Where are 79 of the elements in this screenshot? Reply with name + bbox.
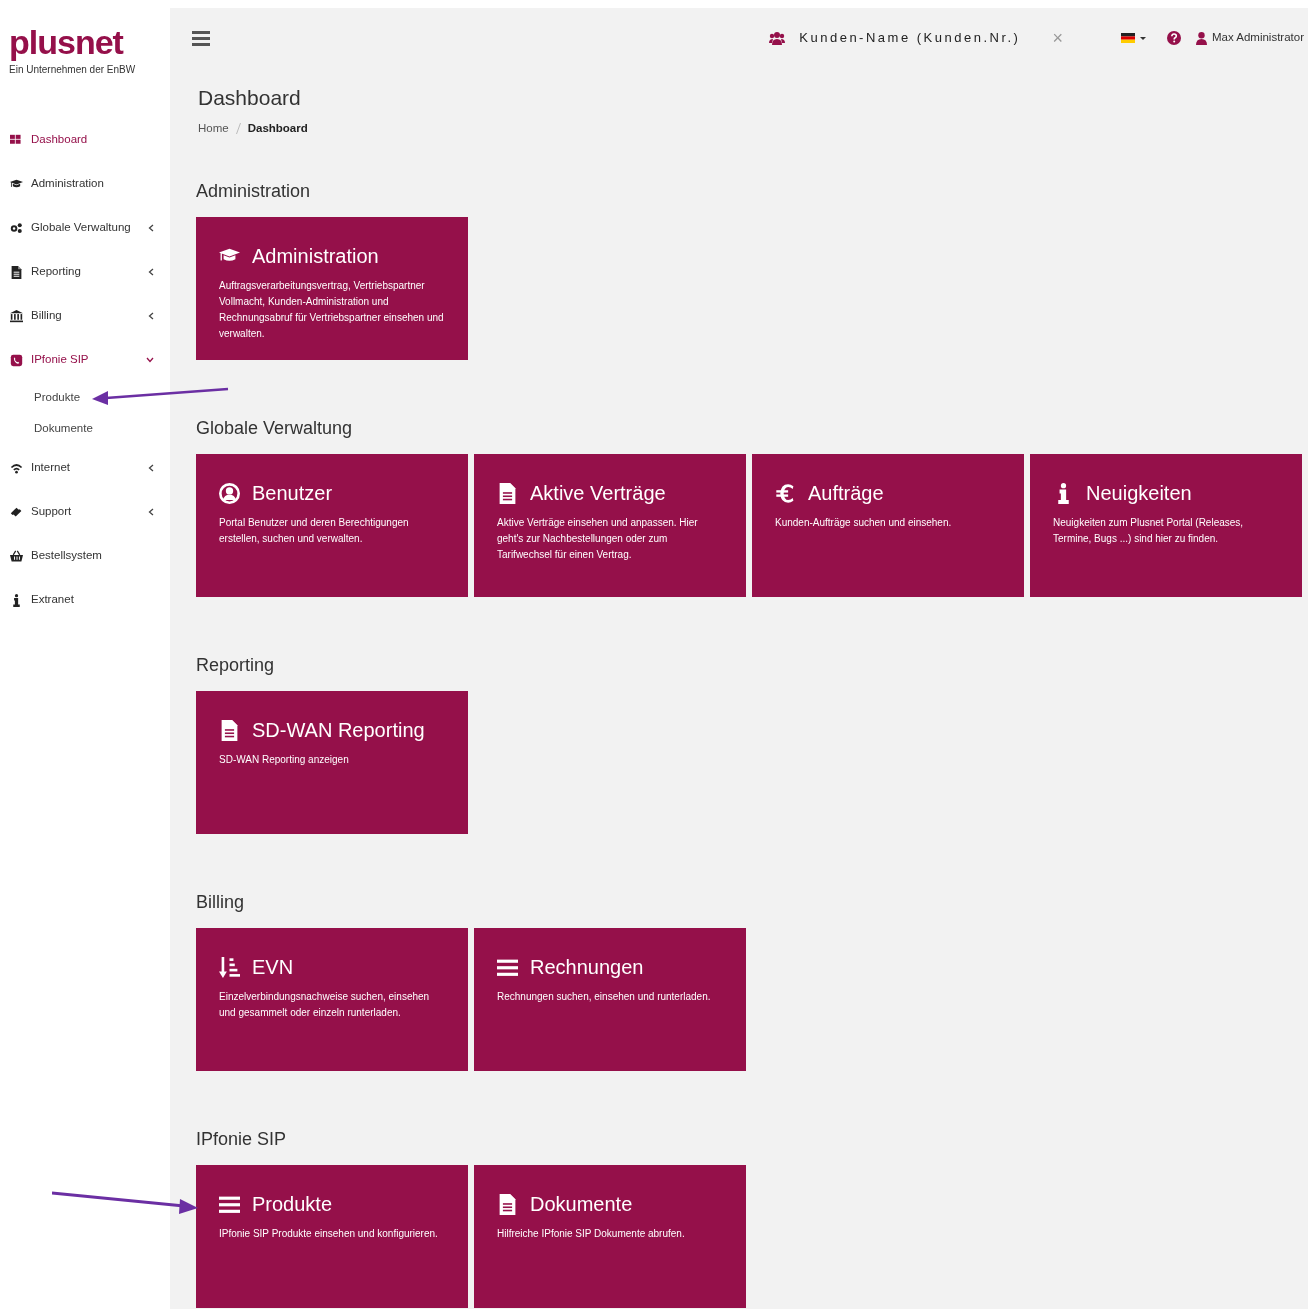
user-circle-icon [219,482,240,504]
brand-tagline: Ein Unternehmen der EnBW [9,63,136,77]
card-title: SD-WAN Reporting [252,718,425,744]
card-title: Produkte [252,1192,333,1218]
card-description: Hilfreiche IPfonie SIP Dokumente abrufen. [497,1227,686,1242]
ticket-icon [10,505,23,519]
card-title: EVN [252,955,294,981]
card-title: Aktive Verträge [530,481,666,507]
chevron-left-icon [148,508,154,516]
section-title: Reporting [196,654,275,678]
chevron-left-icon [148,312,154,320]
dashboard-card[interactable]: Produkte IPfonie SIP Produkte einsehen und konfigurieren. [196,1165,468,1309]
sidebar-item[interactable]: Support [0,490,170,534]
document-icon [219,719,240,741]
submenu-item[interactable]: Produkte [34,388,81,407]
card-description: Portal Benutzer und deren Berechtigungen erstellen, suchen und verwalten. [219,516,410,547]
section-title: Billing [196,891,245,915]
bank-icon [10,309,23,323]
chevron-left-icon [148,464,154,472]
dashboard-card[interactable]: Neuigkeiten Neuigkeiten zum Plusnet Portal (Releases, Termine, Bugs ...) sind hier zu finden. [1030,454,1302,598]
card-description: Einzelverbindungsnachweise suchen, einsehen und gesammelt oder einzeln runterladen. [219,990,431,1021]
chevron-left-icon [148,224,154,232]
dashboard-card[interactable]: Aktive Verträge Aktive Verträge einsehen und anpassen. Hier geht's zur Nachbestellungen oder zum Tarifwechsel für einen Vertrag. [474,454,746,598]
page-title: Dashboard [198,85,301,111]
card-description: SD-WAN Reporting anzeigen [219,753,350,768]
document-icon [497,482,518,504]
dashboard-card[interactable]: Dokumente Hilfreiche IPfonie SIP Dokumente abrufen. [474,1165,746,1309]
phone-icon [10,353,23,367]
dashboard-card[interactable]: Aufträge Kunden-Aufträge suchen und einsehen. [752,454,1024,598]
menu-icon[interactable] [192,30,210,46]
euro-icon [775,482,796,504]
sidebar-item[interactable]: Globale Verwaltung [0,206,170,250]
card-description: Rechnungen suchen, einsehen und runterladen. [497,990,712,1005]
brand-logo: plusnet [9,22,123,62]
card-description: IPfonie SIP Produkte einsehen und konfigurieren. [219,1227,439,1242]
chevron-left-icon [148,268,154,276]
chevron-down-icon [146,357,154,363]
card-title: Dokumente [530,1192,633,1218]
card-description: Kunden-Aufträge suchen und einsehen. [775,516,953,531]
sidebar-item[interactable]: Billing [0,294,170,338]
card-description: Auftragsverarbeitungsvertrag, Vertriebspartner Vollmacht, Kunden-Administration und Rechnungsabruf für Vertriebspartner einsehen und verwalten. [219,279,445,342]
document-icon [10,265,23,279]
sidebar-item[interactable]: Reporting [0,250,170,294]
user-name[interactable]: Max Administrator [1211,29,1304,47]
document-icon [497,1193,518,1215]
sidebar-item[interactable]: Bestellsystem [0,534,170,578]
grid-icon [10,133,23,147]
card-title: Benutzer [252,481,333,507]
card-title: Rechnungen [530,955,644,981]
user-icon [1195,31,1207,45]
gears-icon [10,221,23,235]
dashboard-card[interactable]: SD-WAN Reporting SD-WAN Reporting anzeigen [196,691,468,835]
card-title: Neuigkeiten [1086,481,1192,507]
sidebar-item[interactable]: Internet [0,446,170,490]
dashboard-card[interactable]: Rechnungen Rechnungen suchen, einsehen und runterladen. [474,928,746,1072]
dashboard-card[interactable]: Administration Auftragsverarbeitungsvertrag, Vertriebspartner Vollmacht, Kunden-Administration und Rechnungsabruf für Vertriebspartner einsehen und verwalten. [196,217,468,361]
sidebar-item[interactable]: Administration [0,162,170,206]
help-icon[interactable] [1166,31,1181,45]
section-title: Globale Verwaltung [196,417,353,441]
wifi-icon [10,461,23,475]
breadcrumb-link[interactable]: Home [198,120,229,138]
basket-icon [10,549,23,563]
dashboard-card[interactable]: Benutzer Portal Benutzer und deren Berechtigungen erstellen, suchen und verwalten. [196,454,468,598]
section-title: Administration [196,180,311,204]
breadcrumb-current: Dashboard [247,121,308,136]
card-description: Aktive Verträge einsehen und anpassen. Hier geht's zur Nachbestellungen oder zum Tarifwechsel für einen Vertrag. [497,516,699,563]
dashboard-card[interactable]: EVN Einzelverbindungsnachweise suchen, einsehen und gesammelt oder einzeln runterladen. [196,928,468,1072]
section-title: IPfonie SIP [196,1128,287,1152]
users-icon [769,31,786,45]
german-flag-icon[interactable] [1120,33,1147,43]
breadcrumb-separator-icon [235,123,241,135]
sort-icon [219,956,240,978]
card-description: Neuigkeiten zum Plusnet Portal (Releases, Termine, Bugs ...) sind hier zu finden. [1053,516,1245,547]
submenu-item[interactable]: Dokumente [34,419,93,438]
sidebar-item[interactable]: Extranet [0,578,170,622]
card-title: Administration [252,244,379,270]
info-icon [10,593,23,607]
customer-name[interactable]: Kunden-Name (Kunden.Nr.) [799,28,1021,48]
card-title: Aufträge [808,481,884,507]
